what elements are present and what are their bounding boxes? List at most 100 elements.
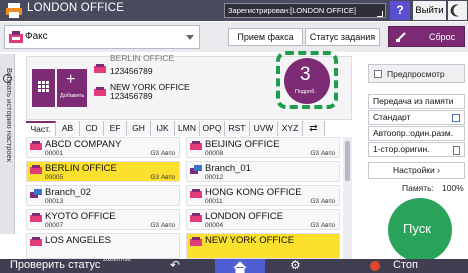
entry-number: 00008 [205, 150, 224, 157]
list-item[interactable]: LONDON OFFICE 00004 G3 Авто [186, 209, 340, 230]
entry-name: HONG KONG OFFICE [205, 187, 302, 198]
reset-label: Сброс [429, 32, 456, 42]
entry-name: BEIJING OFFICE [205, 139, 280, 150]
entry-number: 00012 [205, 174, 224, 181]
address-book-button[interactable] [32, 69, 55, 107]
tab-uvw[interactable]: UVW [250, 121, 278, 136]
list-item[interactable]: BERLIN OFFICE 00005 G3 Авто [26, 161, 180, 182]
list-item[interactable]: BEIJING OFFICE 00008 G3 Авто [186, 137, 340, 158]
original-type-button[interactable]: 1-стор.оригин. [368, 142, 465, 157]
entry-method: G3 Авто [150, 222, 175, 229]
add-destination-button[interactable]: + Добавить [57, 69, 87, 107]
tab-cd[interactable]: CD [80, 121, 104, 136]
app-select[interactable]: Факс [4, 25, 200, 49]
settings-label: Настройки [393, 165, 435, 175]
tab-opq[interactable]: OPQ [200, 121, 225, 136]
tab-lmn[interactable]: LMN [175, 121, 200, 136]
tab-ef[interactable]: EF [104, 121, 127, 136]
back-icon[interactable]: ↶ [170, 258, 180, 272]
destination-count-button[interactable]: 3 Подроб. [284, 58, 330, 104]
list-item[interactable]: HONG KONG OFFICE 00011 G3 Авто [186, 185, 340, 206]
memory-label: Память: [402, 183, 434, 193]
settings-history-tab[interactable]: Вызвать историю настроек [0, 54, 15, 234]
destination-name: BERLIN OFFICE [110, 53, 175, 63]
list-item[interactable]: LOS ANGELES [26, 233, 180, 259]
destination-number: 123456789 [110, 91, 153, 101]
destination-area: + Добавить BERLIN OFFICE 123456789 NEW Y… [26, 51, 352, 120]
add-label: Добавить [60, 93, 85, 99]
reset-icon [396, 32, 406, 42]
list-item[interactable]: Branch_01 00012 [186, 161, 340, 182]
fax-destination-icon [30, 213, 42, 222]
energy-saver-button[interactable] [448, 1, 467, 20]
preview-toggle[interactable]: Предпросмотр [368, 64, 465, 83]
settings-panel: Предпросмотр Передача из памяти Стандарт… [368, 54, 468, 262]
start-button[interactable]: Пуск [388, 198, 452, 262]
stop-button[interactable]: Стоп [365, 259, 465, 273]
fax-destination-icon [94, 87, 106, 96]
resolution-button[interactable]: Стандарт [368, 110, 465, 125]
fax-destination-icon [190, 237, 202, 246]
tab-rst[interactable]: RST [225, 121, 250, 136]
home-button[interactable] [215, 259, 265, 273]
gear-icon[interactable]: ⚙ [290, 258, 301, 272]
fax-destination-icon [30, 237, 42, 246]
receive-fax-button[interactable]: Прием факса [228, 28, 303, 46]
scroll-thumb[interactable] [345, 141, 350, 181]
help-button[interactable]: ? [390, 1, 410, 20]
list-item[interactable]: KYOTO OFFICE 00007 G3 Авто [26, 209, 180, 230]
tab-switch-icon[interactable]: ⇄ [303, 121, 325, 136]
resolution-icon [452, 114, 460, 122]
tab-gh[interactable]: GH [127, 121, 151, 136]
stop-label: Стоп [393, 259, 418, 271]
start-label: Пуск [403, 221, 431, 236]
fax-icon [9, 31, 23, 43]
address-list: ABCD COMPANY 00001 G3 Авто BEIJING OFFIC… [26, 137, 342, 259]
entry-method: G3 Авто [310, 198, 335, 205]
fax-destination-icon [190, 141, 202, 150]
settings-button[interactable]: Настройки › [368, 162, 465, 179]
selected-destination[interactable]: NEW YORK OFFICE 123456789 [94, 81, 234, 103]
device-title: LONDON OFFICE [27, 2, 125, 14]
logout-button[interactable]: Выйти [413, 1, 446, 20]
grid-icon [38, 81, 49, 92]
stop-icon [370, 261, 380, 271]
entry-method: G3 Авто [150, 150, 175, 157]
entry-number: 00013 [45, 198, 64, 205]
destination-count: 3 [300, 64, 311, 85]
list-item[interactable]: Branch_02 00013 [26, 185, 180, 206]
app-toolbar: Факс Прием факса Статус задания Сброс [0, 22, 468, 52]
entry-number: 00004 [205, 222, 224, 229]
fax-destination-icon [190, 189, 202, 198]
resolution-label: Стандарт [373, 112, 411, 122]
preview-label: Предпросмотр [387, 69, 445, 79]
tab-frequent[interactable]: Част. [26, 121, 56, 136]
entry-number: 00005 [45, 174, 64, 181]
tab-ab[interactable]: AB [56, 121, 80, 136]
details-label: Подроб. [295, 89, 316, 95]
plus-icon: + [66, 71, 76, 88]
list-item[interactable]: ABCD COMPANY 00001 G3 Авто [26, 137, 180, 158]
printer-icon [6, 3, 22, 18]
entry-number: 00011 [205, 198, 223, 205]
auto-reduce-button[interactable]: Автоопр.:один.разм. [368, 126, 465, 141]
group-icon [30, 189, 42, 198]
entry-number: 00001 [45, 150, 64, 157]
reset-button[interactable]: Сброс [388, 26, 465, 47]
list-scrollbar[interactable] [343, 137, 352, 259]
entry-name: LONDON OFFICE [205, 211, 284, 222]
tab-xyz[interactable]: XYZ [278, 121, 303, 136]
entry-name: BERLIN OFFICE [45, 163, 117, 174]
status-dropdown-icon[interactable] [377, 11, 383, 17]
bottom-bar: Проверить статус 2020/07/30 ↶ ⚙ Стоп [0, 257, 468, 273]
entry-method: G3 Авто [150, 174, 175, 181]
preview-checkbox[interactable] [374, 70, 382, 78]
settings-history-label: Вызвать историю настроек [5, 68, 14, 162]
job-status-button[interactable]: Статус задания [305, 28, 380, 46]
entry-name: Branch_02 [45, 187, 91, 198]
tab-ijk[interactable]: IJK [151, 121, 175, 136]
selected-destination[interactable]: BERLIN OFFICE 123456789 [94, 53, 234, 79]
check-status-button[interactable]: Проверить статус [10, 259, 100, 271]
list-item[interactable]: NEW YORK OFFICE [186, 233, 340, 259]
send-from-memory-button[interactable]: Передача из памяти [368, 94, 465, 109]
